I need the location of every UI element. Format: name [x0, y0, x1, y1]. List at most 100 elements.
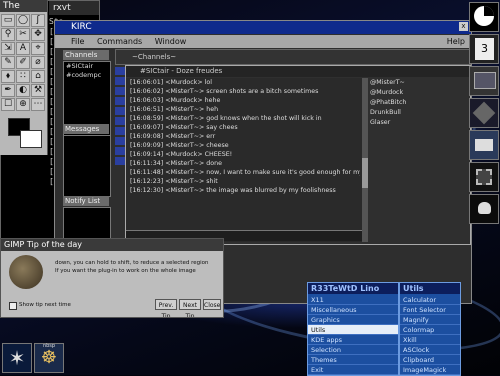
menu-file[interactable]: File [71, 37, 84, 46]
rxvt-title[interactable]: rxvt [49, 1, 99, 15]
menu-help[interactable]: Help [447, 35, 465, 48]
dock-film-icon[interactable] [469, 162, 499, 192]
gimp-tool-icon[interactable]: ✂ [16, 28, 30, 41]
window-icon[interactable] [115, 67, 125, 75]
menu-item[interactable]: Colormap [400, 325, 460, 335]
window-icon[interactable] [115, 97, 125, 105]
gimp-tool-icon[interactable]: ◯ [16, 14, 30, 27]
gimp-tool-icon[interactable]: ⋯ [31, 98, 45, 111]
close-button[interactable]: Close [203, 299, 221, 310]
gimp-tool-icon[interactable]: ⌀ [31, 56, 45, 69]
window-icon[interactable] [115, 137, 125, 145]
utils-submenu: Utils Calculator Font Selector Magnify Colo… [399, 282, 461, 376]
menu-item[interactable]: Clipboard [400, 355, 460, 365]
kirc-menubar: File Commands Window Help [55, 35, 471, 48]
chat-titlebar[interactable]: #SICtair - Doze freudes [126, 66, 470, 77]
calendar-day: 3 [475, 38, 494, 60]
utils-menu-title[interactable]: Utils [400, 283, 460, 294]
menu-item[interactable]: Miscellaneous [308, 305, 398, 315]
menu-item[interactable]: Utils [308, 325, 398, 335]
gimp-tool-icon[interactable]: ◐ [16, 84, 30, 97]
gimp-tool-icon[interactable]: ⇲ [1, 42, 15, 55]
dock-app-icon[interactable] [469, 98, 499, 128]
messages-list[interactable] [63, 135, 111, 197]
gimp-toolbox-title[interactable]: The [0, 0, 47, 12]
menu-item[interactable]: Magnify [400, 315, 460, 325]
menu-item[interactable]: Xkill [400, 335, 460, 345]
tool-grid: ▭ ◯ ʃ ⚲ ✂ ✥ ⇲ A ⌖ ✎ ✐ ⌀ ⬧ ∷ ⌂ ✒ ◐ ⚒ ☐ ⊕ ⋯ [0, 12, 47, 113]
menu-item[interactable]: KDE apps [308, 335, 398, 345]
main-root-menu: R33TeWtD Lino X11 Miscellaneous Graphics Ut… [307, 282, 399, 376]
gimp-tool-icon[interactable]: ✒ [1, 84, 15, 97]
wilber-mascot-icon [9, 255, 43, 289]
window-icon[interactable] [115, 157, 125, 165]
menu-item[interactable]: Themes [308, 355, 398, 365]
menu-item[interactable]: Calculator [400, 295, 460, 305]
show-tip-checkbox[interactable] [9, 302, 17, 310]
prev-tip-button[interactable]: Prev. Tip [155, 299, 177, 317]
dock-star-icon[interactable]: ✶ [2, 343, 32, 373]
window-icon[interactable] [115, 117, 125, 125]
menu-item[interactable]: Exit [308, 365, 398, 375]
kirc-titlebar[interactable]: KIRC x [55, 21, 471, 34]
dock-wheel-icon[interactable]: nbsp ☸ [34, 343, 64, 373]
dock-monitor-icon[interactable] [469, 66, 499, 96]
background-color-swatch[interactable] [20, 130, 42, 148]
chat-message: [16:12:30] <MisterT~> the image was blur… [130, 187, 336, 194]
menu-item[interactable]: Font Selector [400, 305, 460, 315]
gimp-tool-icon[interactable]: ✐ [16, 56, 30, 69]
gimp-tool-icon[interactable]: ✎ [1, 56, 15, 69]
dock-network-icon[interactable] [469, 130, 499, 160]
gimp-tool-icon[interactable]: ∷ [16, 70, 30, 83]
dock-clock-icon[interactable] [469, 2, 499, 32]
menu-item[interactable]: ImageMagick [400, 365, 460, 375]
window-label[interactable]: ~Channels~ [132, 53, 176, 61]
menu-window[interactable]: Window [155, 37, 187, 46]
gimp-tool-icon[interactable]: ⬧ [1, 70, 15, 83]
gimp-tool-icon[interactable]: ▭ [1, 14, 15, 27]
window-icon[interactable] [115, 77, 125, 85]
gimp-tool-icon[interactable]: ⌖ [31, 42, 45, 55]
channel-item[interactable]: #SICtair [64, 62, 110, 71]
nick-item[interactable]: Glaser [370, 118, 390, 128]
chat-log[interactable]: [16:06:01] <Murdock> lol [16:06:02] <Mis… [126, 78, 363, 242]
chat-message: [16:06:03] <Murdock> hehe [130, 97, 221, 104]
gimp-tool-icon[interactable]: ⚒ [31, 84, 45, 97]
nick-item[interactable]: @Murdock [370, 88, 403, 98]
chat-title: #SICtair - Doze freudes [140, 67, 223, 75]
window-icon[interactable] [115, 107, 125, 115]
menu-item[interactable]: Graphics [308, 315, 398, 325]
chat-message: [16:08:59] <MisterT~> god knows when the… [130, 115, 322, 122]
gimp-tip-titlebar[interactable]: GIMP Tip of the day [1, 239, 223, 251]
gimp-tool-icon[interactable]: ☐ [1, 98, 15, 111]
channel-item[interactable]: #codempc [64, 71, 110, 80]
gimp-toolbox: The ▭ ◯ ʃ ⚲ ✂ ✥ ⇲ A ⌖ ✎ ✐ ⌀ ⬧ ∷ ⌂ ✒ ◐ ⚒ ☐ ⊕ ⋯ [0, 0, 48, 155]
menu-item[interactable]: Selection [308, 345, 398, 355]
gimp-tool-icon[interactable]: ✥ [31, 28, 45, 41]
menu-item[interactable]: X11 [308, 295, 398, 305]
window-icon[interactable] [115, 127, 125, 135]
gimp-tool-icon[interactable]: A [16, 42, 30, 55]
notify-list-label: Notify List [63, 196, 109, 206]
menu-item[interactable]: ASClock [400, 345, 460, 355]
dock-calendar-icon[interactable]: 3 [469, 34, 499, 64]
chat-message: [16:09:08] <MisterT~> err [130, 133, 216, 140]
dock-skull-icon[interactable] [469, 194, 499, 224]
window-icon[interactable] [115, 87, 125, 95]
next-tip-button[interactable]: Next Tip [179, 299, 201, 317]
gimp-tool-icon[interactable]: ⌂ [31, 70, 45, 83]
menu-commands[interactable]: Commands [97, 37, 142, 46]
nick-item[interactable]: @PhatBitch [370, 98, 406, 108]
nick-item[interactable]: DrunkBull [370, 108, 401, 118]
main-menu-title[interactable]: R33TeWtD Lino [308, 283, 398, 294]
show-tip-label: Show tip next time [19, 302, 71, 308]
window-icon[interactable] [115, 147, 125, 155]
chat-scrollbar[interactable] [362, 78, 368, 242]
nick-item[interactable]: @MisterT~ [370, 78, 405, 88]
close-icon[interactable]: x [459, 22, 468, 31]
gimp-tool-icon[interactable]: ʃ [31, 14, 45, 27]
gimp-tool-icon[interactable]: ⚲ [1, 28, 15, 41]
chat-message: [16:09:07] <MisterT~> say chees [130, 124, 238, 131]
chat-message: [16:11:48] <MisterT~> now, I want to mak… [130, 169, 360, 176]
gimp-tool-icon[interactable]: ⊕ [16, 98, 30, 111]
